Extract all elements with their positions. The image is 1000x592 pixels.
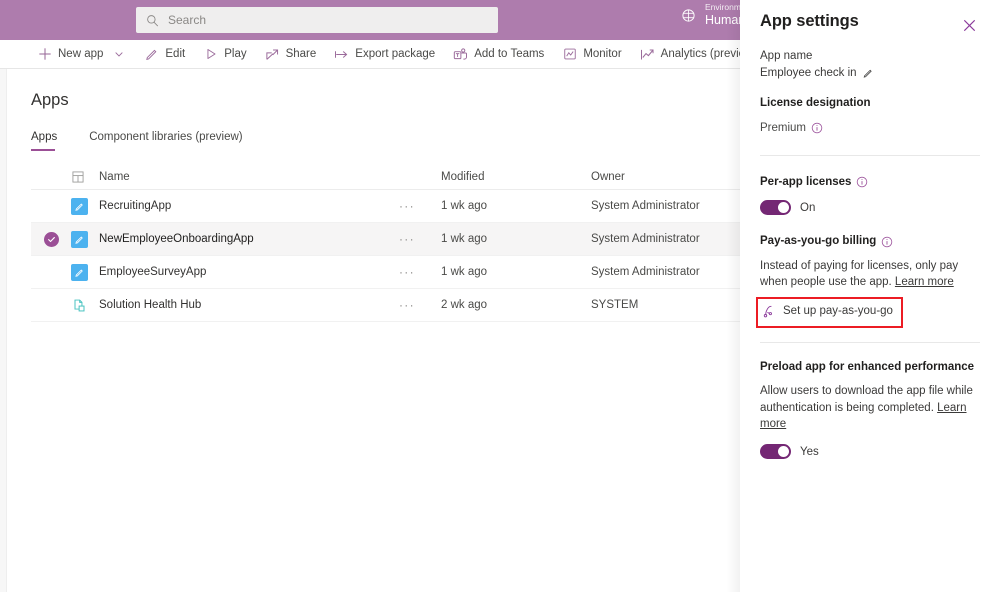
canvas-app-icon <box>71 231 99 248</box>
tab-apps[interactable]: Apps <box>31 131 67 151</box>
row-modified: 2 wk ago <box>441 299 591 311</box>
play-triangle-icon <box>203 47 218 62</box>
analytics-trend-icon <box>640 47 655 62</box>
license-designation-label: License designation <box>760 95 980 112</box>
tab-component-libraries-label: Component libraries (preview) <box>89 131 242 143</box>
monitor-label: Monitor <box>583 48 621 60</box>
canvas-app-icon <box>71 264 99 281</box>
app-name-value-row: Employee check in <box>760 65 980 82</box>
table-header-row: Name Modified Owner <box>31 164 740 190</box>
preload-toggle-row: Yes <box>760 444 980 459</box>
search-icon <box>146 14 159 27</box>
info-icon[interactable] <box>811 122 823 134</box>
add-to-teams-button[interactable]: Add to Teams <box>444 40 553 69</box>
row-app-name[interactable]: EmployeeSurveyApp <box>99 266 399 278</box>
row-more-menu[interactable]: ··· <box>399 232 415 246</box>
model-app-icon <box>71 297 99 314</box>
row-more-menu[interactable]: ··· <box>399 199 415 213</box>
divider <box>760 155 980 156</box>
column-header-modified[interactable]: Modified <box>441 171 591 183</box>
monitor-chart-icon <box>562 47 577 62</box>
row-select-cell[interactable] <box>31 232 71 247</box>
export-package-label: Export package <box>355 48 435 60</box>
new-app-button[interactable]: New app <box>28 40 135 69</box>
payg-label: Pay-as-you-go billing <box>760 233 876 250</box>
table-row[interactable]: EmployeeSurveyApp ··· 1 wk ago System Ad… <box>31 256 740 289</box>
license-designation-value-row: Premium <box>760 120 980 137</box>
row-owner: System Administrator <box>591 200 740 212</box>
license-designation-value: Premium <box>760 120 806 137</box>
payg-heading-row: Pay-as-you-go billing <box>760 233 980 250</box>
monitor-button[interactable]: Monitor <box>553 40 630 69</box>
app-root: Search Environment Human <box>0 0 1000 592</box>
plus-icon <box>37 47 52 62</box>
row-selected-check-icon[interactable] <box>44 232 59 247</box>
key-link-icon <box>762 304 776 318</box>
row-owner: SYSTEM <box>591 299 740 311</box>
row-owner: System Administrator <box>591 266 740 278</box>
main-content: Apps Apps Component libraries (preview) <box>7 69 740 592</box>
left-nav-rail <box>0 69 7 592</box>
per-app-licenses-label: Per-app licenses <box>760 174 851 191</box>
set-up-pay-as-you-go-button[interactable]: Set up pay-as-you-go <box>760 302 895 320</box>
per-app-licenses-state: On <box>800 202 815 214</box>
row-more-menu[interactable]: ··· <box>399 298 415 312</box>
row-modified: 1 wk ago <box>441 266 591 278</box>
app-settings-panel: App settings App name Employee check in … <box>740 0 1000 592</box>
close-icon[interactable] <box>958 14 980 36</box>
share-label: Share <box>286 48 317 60</box>
preload-state: Yes <box>800 446 819 458</box>
table-row[interactable]: NewEmployeeOnboardingApp ··· 1 wk ago Sy… <box>31 223 740 256</box>
column-header-owner[interactable]: Owner <box>591 171 740 183</box>
app-name-value: Employee check in <box>760 65 857 82</box>
canvas-app-icon <box>71 198 99 215</box>
export-package-button[interactable]: Export package <box>325 40 444 69</box>
row-app-name[interactable]: RecruitingApp <box>99 200 399 212</box>
export-arrow-icon <box>334 47 349 62</box>
panel-title: App settings <box>760 12 859 31</box>
play-label: Play <box>224 48 246 60</box>
preload-toggle[interactable] <box>760 444 791 459</box>
share-icon <box>265 47 280 62</box>
share-button[interactable]: Share <box>256 40 326 69</box>
apps-table: Name Modified Owner RecruitingApp ··· 1 … <box>31 164 740 322</box>
play-button[interactable]: Play <box>194 40 255 69</box>
row-modified: 1 wk ago <box>441 200 591 212</box>
table-row[interactable]: RecruitingApp ··· 1 wk ago System Admini… <box>31 190 740 223</box>
pencil-icon[interactable] <box>862 67 874 79</box>
environment-globe-icon <box>680 7 697 24</box>
info-icon[interactable] <box>856 176 868 188</box>
chevron-down-icon <box>111 47 126 62</box>
search-placeholder-text: Search <box>168 14 206 26</box>
divider <box>760 342 980 343</box>
set-up-pay-as-you-go-label: Set up pay-as-you-go <box>783 305 893 317</box>
column-header-name[interactable]: Name <box>99 171 399 183</box>
row-owner: System Administrator <box>591 233 740 245</box>
payg-learn-more-link[interactable]: Learn more <box>895 276 954 288</box>
preload-label: Preload app for enhanced performance <box>760 359 980 376</box>
edit-label: Edit <box>165 48 185 60</box>
row-modified: 1 wk ago <box>441 233 591 245</box>
page-title: Apps <box>31 91 69 110</box>
tab-bar: Apps Component libraries (preview) <box>31 131 275 151</box>
per-app-licenses-row: Per-app licenses <box>760 174 980 191</box>
column-layout-icon[interactable] <box>71 170 99 184</box>
edit-button[interactable]: Edit <box>135 40 194 69</box>
teams-icon <box>453 47 468 62</box>
search-input[interactable]: Search <box>136 7 498 33</box>
tab-component-libraries[interactable]: Component libraries (preview) <box>89 131 252 151</box>
row-more-menu[interactable]: ··· <box>399 265 415 279</box>
payg-setup-wrapper: Set up pay-as-you-go <box>760 302 895 323</box>
per-app-licenses-toggle[interactable] <box>760 200 791 215</box>
app-name-label: App name <box>760 48 980 65</box>
new-app-label: New app <box>58 48 103 60</box>
row-app-name[interactable]: NewEmployeeOnboardingApp <box>99 233 399 245</box>
per-app-licenses-toggle-row: On <box>760 200 980 215</box>
add-to-teams-label: Add to Teams <box>474 48 544 60</box>
pencil-icon <box>144 47 159 62</box>
tab-apps-label: Apps <box>31 131 57 143</box>
table-row[interactable]: Solution Health Hub ··· 2 wk ago SYSTEM <box>31 289 740 322</box>
row-app-name[interactable]: Solution Health Hub <box>99 299 399 311</box>
info-icon[interactable] <box>881 236 893 248</box>
